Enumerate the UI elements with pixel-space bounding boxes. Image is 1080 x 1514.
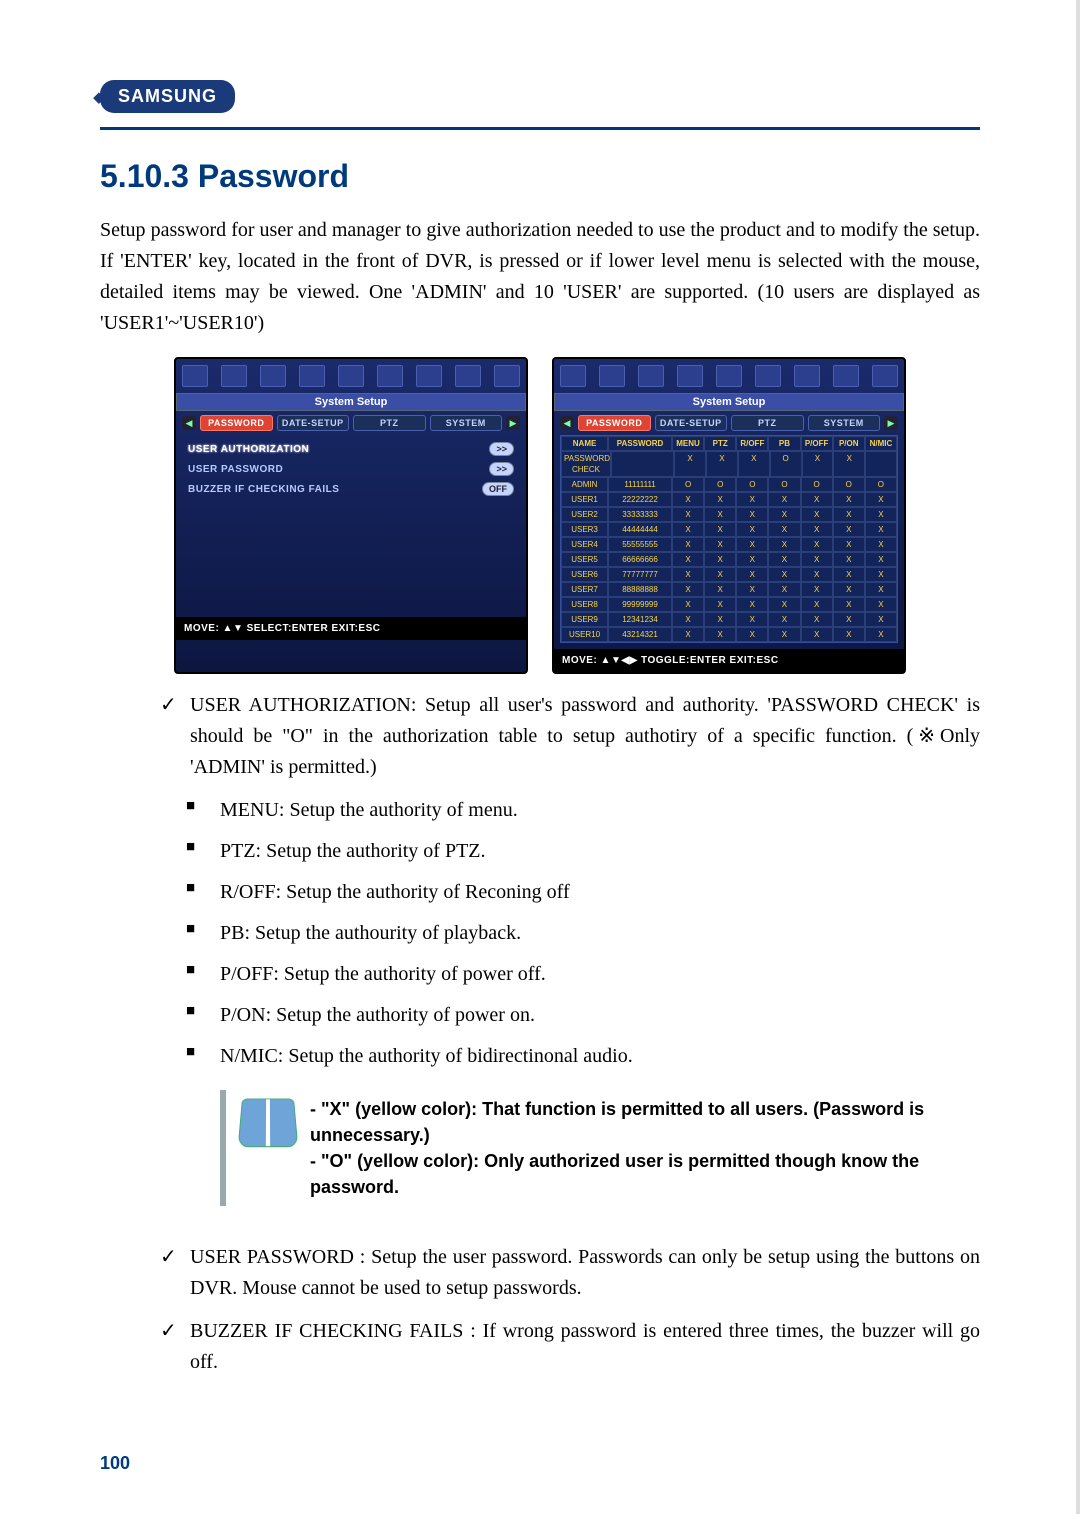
note-line-2: - "O" (yellow color): Only authorized us… bbox=[310, 1148, 980, 1200]
toolbar-icon[interactable] bbox=[182, 365, 208, 387]
table-header: R/OFF bbox=[736, 436, 768, 451]
bullet-buzzer: BUZZER IF CHECKING FAILS : If wrong pass… bbox=[190, 1316, 980, 1378]
footer-hint: MOVE: ▲▼◀▶ TOGGLE:ENTER EXIT:ESC bbox=[554, 649, 904, 672]
toolbar-icon[interactable] bbox=[677, 365, 703, 387]
table-row[interactable]: USER677777777XXXXXXX bbox=[561, 567, 897, 582]
note-box: - "X" (yellow color): That function is p… bbox=[220, 1090, 980, 1206]
table-header: PASSWORD bbox=[608, 436, 672, 451]
table-header: MENU bbox=[672, 436, 704, 451]
subitem-roff: R/OFF: Setup the authority of Reconing o… bbox=[220, 877, 980, 908]
table-row[interactable]: USER122222222XXXXXXX bbox=[561, 492, 897, 507]
table-header: PTZ bbox=[704, 436, 736, 451]
tab-system[interactable]: SYSTEM bbox=[808, 415, 881, 431]
table-row[interactable]: USER1043214321XXXXXXX bbox=[561, 627, 897, 642]
table-header: P/OFF bbox=[801, 436, 833, 451]
menu-item-user-password[interactable]: USER PASSWORD>> bbox=[186, 459, 516, 479]
footer-hint: MOVE: ▲▼ SELECT:ENTER EXIT:ESC bbox=[176, 617, 526, 640]
menu-value: OFF bbox=[482, 482, 514, 496]
toolbar-icon[interactable] bbox=[494, 365, 520, 387]
table-row[interactable]: ADMIN11111111OOOOOOO bbox=[561, 477, 897, 492]
authorization-table: NAMEPASSWORDMENUPTZR/OFFPBP/OFFP/ONN/MIC… bbox=[560, 435, 898, 643]
window-title: System Setup bbox=[554, 393, 904, 411]
tab-prev-icon[interactable]: ◀ bbox=[560, 416, 574, 430]
dvr-screenshot-right: System Setup ◀ PASSWORD DATE-SETUP PTZ S… bbox=[552, 357, 906, 674]
bullet-user-password: USER PASSWORD : Setup the user password.… bbox=[190, 1242, 980, 1304]
menu-item-buzzer[interactable]: BUZZER IF CHECKING FAILSOFF bbox=[186, 479, 516, 499]
subitem-ptz: PTZ: Setup the authority of PTZ. bbox=[220, 836, 980, 867]
subitem-poff: P/OFF: Setup the authority of power off. bbox=[220, 959, 980, 990]
table-row[interactable]: USER788888888XXXXXXX bbox=[561, 582, 897, 597]
table-header: N/MIC bbox=[865, 436, 897, 451]
toolbar-icon[interactable] bbox=[716, 365, 742, 387]
tab-prev-icon[interactable]: ◀ bbox=[182, 416, 196, 430]
menu-value: >> bbox=[489, 462, 514, 476]
toolbar-icon[interactable] bbox=[221, 365, 247, 387]
table-row[interactable]: USER233333333XXXXXXX bbox=[561, 507, 897, 522]
table-row[interactable]: USER912341234XXXXXXX bbox=[561, 612, 897, 627]
tab-password[interactable]: PASSWORD bbox=[578, 415, 651, 431]
table-row[interactable]: USER899999999XXXXXXX bbox=[561, 597, 897, 612]
brand-logo: SAMSUNG bbox=[100, 80, 235, 113]
subitem-menu: MENU: Setup the authority of menu. bbox=[220, 795, 980, 826]
table-header: PB bbox=[768, 436, 800, 451]
book-icon bbox=[240, 1096, 296, 1146]
toolbar-icon[interactable] bbox=[260, 365, 286, 387]
toolbar-icon[interactable] bbox=[599, 365, 625, 387]
window-title: System Setup bbox=[176, 393, 526, 411]
tab-date-setup[interactable]: DATE-SETUP bbox=[277, 415, 350, 431]
tab-ptz[interactable]: PTZ bbox=[731, 415, 804, 431]
tab-date-setup[interactable]: DATE-SETUP bbox=[655, 415, 728, 431]
bullet-user-authorization: USER AUTHORIZATION: Setup all user's pas… bbox=[190, 690, 980, 783]
tab-next-icon[interactable]: ▶ bbox=[506, 416, 520, 430]
tab-next-icon[interactable]: ▶ bbox=[884, 416, 898, 430]
toolbar bbox=[176, 359, 526, 393]
table-row[interactable]: USER455555555XXXXXXX bbox=[561, 537, 897, 552]
note-line-1: - "X" (yellow color): That function is p… bbox=[310, 1096, 980, 1148]
subitem-pb: PB: Setup the authourity of playback. bbox=[220, 918, 980, 949]
subitem-pon: P/ON: Setup the authority of power on. bbox=[220, 1000, 980, 1031]
table-header: NAME bbox=[561, 436, 608, 451]
tab-password[interactable]: PASSWORD bbox=[200, 415, 273, 431]
section-heading: 5.10.3 Password bbox=[100, 158, 980, 195]
toolbar bbox=[554, 359, 904, 393]
table-row[interactable]: USER344444444XXXXXXX bbox=[561, 522, 897, 537]
subitem-nmic: N/MIC: Setup the authority of bidirectin… bbox=[220, 1041, 980, 1072]
toolbar-icon[interactable] bbox=[872, 365, 898, 387]
dvr-screenshot-left: System Setup ◀ PASSWORD DATE-SETUP PTZ S… bbox=[174, 357, 528, 674]
toolbar-icon[interactable] bbox=[338, 365, 364, 387]
toolbar-icon[interactable] bbox=[755, 365, 781, 387]
menu-value: >> bbox=[489, 442, 514, 456]
table-row[interactable]: USER566666666XXXXXXX bbox=[561, 552, 897, 567]
toolbar-icon[interactable] bbox=[638, 365, 664, 387]
toolbar-icon[interactable] bbox=[377, 365, 403, 387]
tab-system[interactable]: SYSTEM bbox=[430, 415, 503, 431]
tab-ptz[interactable]: PTZ bbox=[353, 415, 426, 431]
table-header: P/ON bbox=[833, 436, 865, 451]
toolbar-icon[interactable] bbox=[299, 365, 325, 387]
intro-paragraph: Setup password for user and manager to g… bbox=[100, 215, 980, 339]
divider bbox=[100, 127, 980, 130]
menu-item-user-authorization[interactable]: USER AUTHORIZATION>> bbox=[186, 439, 516, 459]
toolbar-icon[interactable] bbox=[560, 365, 586, 387]
table-row[interactable]: PASSWORD CHECKXXXOXX bbox=[561, 451, 897, 477]
page-edge bbox=[1076, 0, 1080, 1514]
toolbar-icon[interactable] bbox=[455, 365, 481, 387]
toolbar-icon[interactable] bbox=[833, 365, 859, 387]
toolbar-icon[interactable] bbox=[794, 365, 820, 387]
toolbar-icon[interactable] bbox=[416, 365, 442, 387]
page-number: 100 bbox=[100, 1453, 130, 1474]
